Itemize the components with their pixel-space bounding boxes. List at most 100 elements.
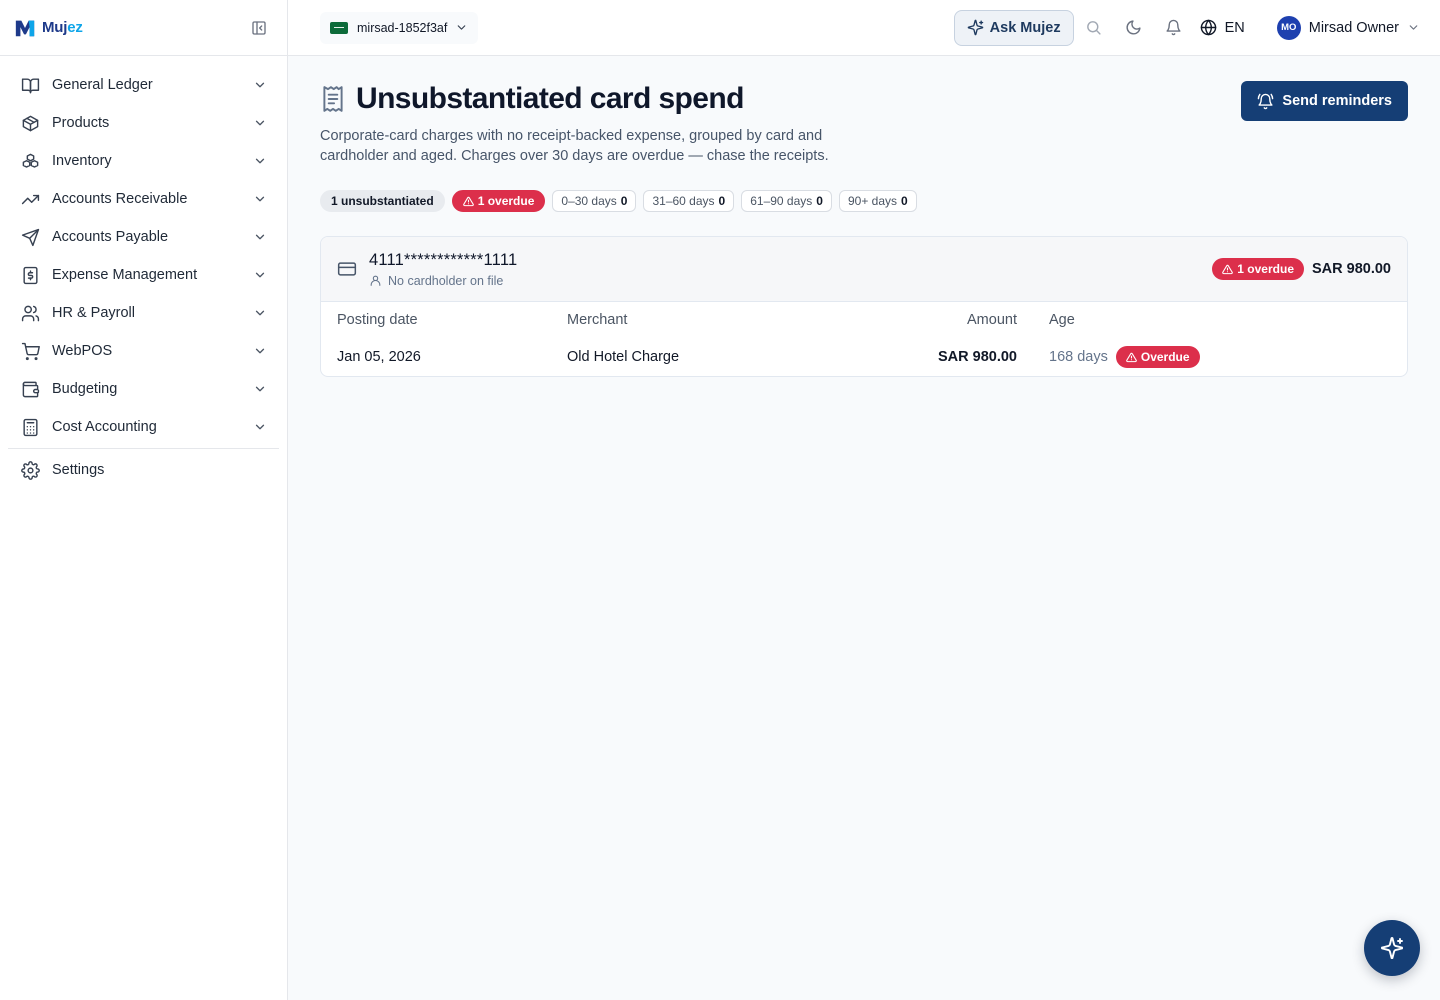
column-posting-date: Posting date [337, 312, 418, 328]
sparkles-icon [1380, 936, 1404, 960]
merchant-cell: Old Hotel Charge [567, 349, 680, 365]
sidebar-item-cost-accounting[interactable]: Cost Accounting [0, 408, 287, 446]
cardholder-name: No cardholder on file [388, 273, 504, 288]
bell-icon [1166, 19, 1181, 36]
age-cell-content: 168 days Overdue [1049, 346, 1391, 368]
aging-bucket-label: 31–60 days [652, 194, 715, 208]
notifications-button[interactable] [1154, 10, 1194, 46]
sparkles-icon [967, 19, 984, 36]
sidebar-item-inventory[interactable]: Inventory [0, 142, 287, 180]
box-icon [20, 113, 40, 133]
mujez-logo-icon[interactable] [14, 17, 36, 39]
globe-icon [1200, 19, 1216, 36]
sidebar-item-label: Products [52, 115, 110, 131]
brand-name[interactable]: Mujez [42, 19, 83, 36]
sidebar-item-label: Accounts Receivable [52, 191, 188, 207]
user-name: Mirsad Owner [1308, 19, 1399, 36]
company-name: mirsad-1852f3af [357, 20, 448, 35]
cart-icon [20, 341, 40, 361]
aging-bucket-61-90[interactable]: 61–90 days 0 [741, 190, 832, 212]
sidebar-item-label: WebPOS [52, 343, 113, 359]
aging-bucket-90-plus[interactable]: 90+ days 0 [838, 190, 917, 212]
column-age: Age [1049, 312, 1075, 328]
amount-cell: SAR 980.00 [938, 349, 1017, 365]
sidebar-item-accounts-receivable[interactable]: Accounts Receivable [0, 180, 287, 218]
language-switcher[interactable]: EN [1200, 19, 1245, 36]
sidebar-divider [8, 448, 279, 449]
brand-bar: Mujez [0, 0, 287, 56]
chevron-down-icon [1407, 21, 1420, 34]
chevron-down-icon [253, 268, 267, 282]
user-menu[interactable]: MO Mirsad Owner [1276, 15, 1420, 40]
chevron-down-icon [253, 420, 267, 434]
sidebar: Mujez General Ledger Products Inventory … [0, 0, 288, 1000]
panel-left-icon [252, 20, 266, 35]
card-group-header[interactable]: 4111************1111 No cardholder on fi… [321, 237, 1407, 302]
charges-table: Posting date Merchant Amount Age Jan 05,… [321, 302, 1407, 376]
sidebar-item-settings[interactable]: Settings [0, 451, 287, 489]
brand-name-accent: ez [67, 19, 83, 36]
aging-bucket-count: 0 [816, 194, 823, 208]
boxes-icon [20, 151, 40, 171]
sidebar-item-hr-payroll[interactable]: HR & Payroll [0, 294, 287, 332]
sidebar-item-label: General Ledger [52, 77, 153, 93]
card-info: 4111************1111 No cardholder on fi… [369, 251, 517, 288]
calculator-icon [20, 417, 40, 437]
main-content: Unsubstantiated card spend Corporate-car… [288, 56, 1440, 1000]
aging-bucket-label: 90+ days [847, 194, 898, 208]
sidebar-item-label: Accounts Payable [52, 229, 169, 245]
theme-toggle-button[interactable] [1114, 10, 1154, 46]
age-cell: 168 days Overdue [1033, 338, 1407, 376]
bell-ring-icon [1258, 93, 1274, 109]
column-merchant: Merchant [567, 312, 628, 328]
brand-name-main: Muj [42, 19, 68, 36]
chevron-down-icon [253, 154, 267, 168]
chevron-down-icon [253, 192, 267, 206]
sidebar-item-products[interactable]: Products [0, 104, 287, 142]
sidebar-item-expense-management[interactable]: Expense Management [0, 256, 287, 294]
sidebar-item-webpos[interactable]: WebPOS [0, 332, 287, 370]
sidebar-item-label: Budgeting [52, 381, 118, 397]
assistant-fab-button[interactable] [1364, 920, 1420, 976]
overdue-status-label: Overdue [1140, 350, 1190, 364]
aging-bucket-31-60[interactable]: 31–60 days 0 [643, 190, 735, 212]
posting-date-cell: Jan 05, 2026 [337, 349, 421, 365]
send-reminders-label: Send reminders [1282, 93, 1392, 109]
table-row[interactable]: Jan 05, 2026 Old Hotel Charge SAR 980.00… [321, 338, 1407, 376]
sidebar-collapse-button[interactable] [245, 14, 273, 42]
top-bar: mirsad-1852f3af Ask Mujez EN MO Mirsad O… [288, 0, 1440, 56]
aging-bucket-0-30[interactable]: 0–30 days 0 [552, 190, 637, 212]
search-button[interactable] [1074, 10, 1114, 46]
send-reminders-button[interactable]: Send reminders [1241, 81, 1408, 121]
top-bar-actions: Ask Mujez EN MO Mirsad Owner [953, 9, 1420, 46]
chevron-down-icon [253, 344, 267, 358]
chevron-down-icon [253, 306, 267, 320]
chevron-down-icon [253, 116, 267, 130]
sidebar-item-budgeting[interactable]: Budgeting [0, 370, 287, 408]
users-icon [20, 303, 40, 323]
ask-mujez-label: Ask Mujez [989, 19, 1061, 36]
aging-bucket-count: 0 [901, 194, 908, 208]
card-overdue-badge: 1 overdue [1212, 258, 1304, 280]
card-summary: 1 overdue SAR 980.00 [1212, 258, 1391, 280]
search-icon [1087, 21, 1101, 35]
sidebar-item-label: Inventory [52, 153, 112, 169]
page-header: Unsubstantiated card spend Corporate-car… [320, 80, 1408, 166]
page-title: Unsubstantiated card spend [356, 82, 744, 115]
alert-triangle-icon [1126, 352, 1137, 362]
aging-bucket-label: 61–90 days [750, 194, 813, 208]
company-switcher[interactable]: mirsad-1852f3af [320, 11, 479, 44]
card-overdue-label: 1 overdue [1237, 262, 1294, 276]
sidebar-item-label: Cost Accounting [52, 419, 157, 435]
sidebar-item-label: Expense Management [52, 267, 198, 283]
aging-bucket-count: 0 [620, 194, 628, 208]
aging-bucket-label: 0–30 days [561, 194, 617, 208]
chevron-down-icon [455, 21, 468, 34]
trending-up-icon [20, 189, 40, 209]
sidebar-item-general-ledger[interactable]: General Ledger [0, 66, 287, 104]
cardholder-line: No cardholder on file [369, 274, 517, 288]
sidebar-item-label: HR & Payroll [52, 305, 135, 321]
sidebar-item-accounts-payable[interactable]: Accounts Payable [0, 218, 287, 256]
ask-mujez-button[interactable]: Ask Mujez [953, 9, 1074, 46]
credit-card-icon [337, 259, 357, 279]
